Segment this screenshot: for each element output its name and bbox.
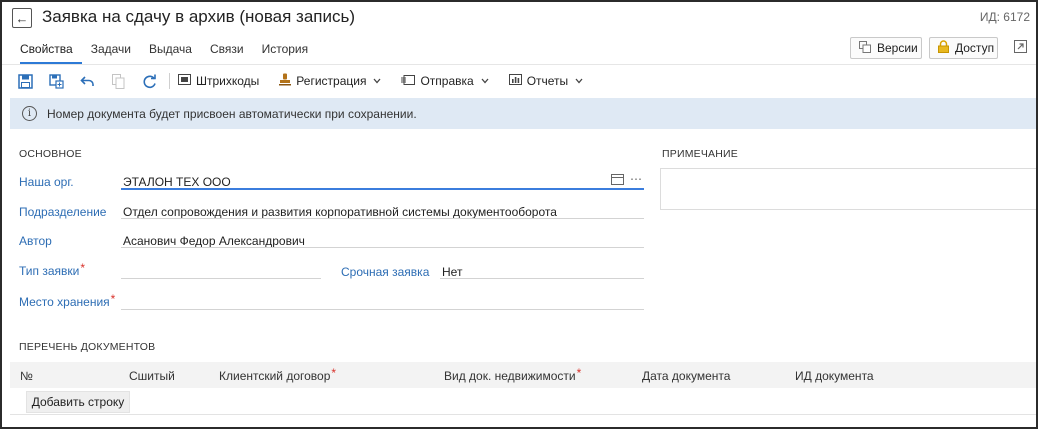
note-textarea[interactable] [660, 168, 1036, 210]
table-bottom-border [10, 414, 1036, 415]
add-row-button[interactable]: Добавить строку [26, 391, 130, 413]
info-banner: i Номер документа будет присвоен автомат… [10, 98, 1036, 129]
chevron-down-icon [575, 76, 583, 86]
sending-dropdown[interactable]: Отправка [401, 74, 489, 88]
column-number[interactable]: № [20, 369, 33, 383]
barcodes-label: Штрихкоды [196, 74, 260, 88]
barcode-icon [178, 74, 191, 88]
column-property-doc-type-label: Вид док. недвижимости [444, 369, 576, 383]
refresh-icon[interactable] [138, 72, 160, 90]
column-stitched[interactable]: Сшитый [129, 369, 175, 383]
save-icon[interactable] [14, 72, 36, 90]
send-icon [401, 74, 416, 88]
banner-text: Номер документа будет присвоен автоматич… [47, 106, 417, 121]
urgent-label: Срочная заявка [341, 265, 430, 279]
section-title-note: ПРИМЕЧАНИЕ [662, 148, 738, 160]
page-title: Заявка на сдачу в архив (новая запись) [42, 7, 356, 26]
toolbar: Штрихкоды Регистрация Отправка Отчеты [14, 72, 603, 90]
required-marker: * [331, 366, 337, 380]
department-underline [121, 218, 644, 219]
toolbar-separator [169, 73, 170, 89]
column-client-contract[interactable]: Клиентский договор* [219, 366, 337, 383]
request-type-label-text: Тип заявки [19, 264, 80, 278]
author-label: Автор [19, 234, 52, 248]
storage-label-text: Место хранения [19, 295, 110, 309]
info-icon: i [22, 106, 37, 121]
record-id: ИД: 6172 [979, 10, 1030, 24]
org-value[interactable]: ЭТАЛОН ТЕХ ООО [123, 175, 231, 189]
required-marker: * [80, 261, 86, 275]
back-button[interactable]: ← [12, 8, 32, 28]
storage-input[interactable] [121, 309, 644, 310]
urgent-value[interactable]: Нет [442, 265, 462, 279]
request-type-label: Тип заявки* [19, 261, 86, 278]
author-underline [121, 247, 644, 248]
request-type-input[interactable] [121, 278, 321, 279]
arrow-left-icon: ← [15, 10, 29, 26]
tab-links[interactable]: Связи [201, 42, 253, 64]
tab-properties[interactable]: Свойства [20, 42, 82, 64]
lock-icon [938, 40, 949, 56]
open-in-window-icon[interactable] [1014, 40, 1028, 54]
section-title-documents: ПЕРЕЧЕНЬ ДОКУМЕНТОВ [19, 341, 156, 353]
registration-label: Регистрация [296, 74, 367, 88]
bar-chart-icon [508, 74, 522, 88]
department-label: Подразделение [19, 205, 107, 219]
sending-label: Отправка [420, 74, 474, 88]
access-button[interactable]: Доступ [929, 37, 998, 59]
org-input-underline [121, 188, 644, 190]
required-marker: * [110, 292, 116, 306]
registration-dropdown[interactable]: Регистрация [279, 73, 381, 89]
section-title-main: ОСНОВНОЕ [19, 148, 82, 160]
barcodes-button[interactable]: Штрихкоды [178, 74, 259, 88]
card-icon[interactable] [611, 174, 625, 186]
undo-icon[interactable] [76, 72, 98, 90]
column-property-doc-type[interactable]: Вид док. недвижимости* [444, 366, 582, 383]
author-value[interactable]: Асанович Федор Александрович [123, 234, 305, 248]
column-doc-id[interactable]: ИД документа [795, 369, 874, 383]
stamp-icon [279, 73, 292, 89]
window-frame: ← Заявка на сдачу в архив (новая запись)… [0, 0, 1038, 429]
urgent-underline [440, 278, 644, 279]
tabs-divider [2, 64, 1036, 65]
tab-issuance[interactable]: Выдача [140, 42, 201, 64]
chevron-down-icon [481, 76, 489, 86]
versions-label: Версии [877, 41, 918, 55]
tab-tasks[interactable]: Задачи [82, 42, 140, 64]
access-label: Доступ [955, 41, 995, 55]
org-label: Наша орг. [19, 175, 74, 189]
versions-icon [859, 40, 871, 56]
column-doc-date[interactable]: Дата документа [642, 369, 730, 383]
reports-dropdown[interactable]: Отчеты [508, 74, 583, 88]
department-value[interactable]: Отдел сопровождения и развития корпорати… [123, 205, 557, 219]
more-icon[interactable]: ⋯ [630, 172, 642, 186]
versions-button[interactable]: Версии [850, 37, 922, 59]
chevron-down-icon [373, 76, 381, 86]
column-client-contract-label: Клиентский договор [219, 369, 331, 383]
tab-history[interactable]: История [253, 42, 318, 64]
reports-label: Отчеты [526, 74, 569, 88]
storage-label: Место хранения* [19, 292, 116, 309]
save-and-close-icon[interactable] [45, 72, 67, 90]
tab-bar: Свойства Задачи Выдача Связи История [20, 42, 317, 64]
required-marker: * [576, 366, 582, 380]
copy-icon [107, 72, 129, 90]
